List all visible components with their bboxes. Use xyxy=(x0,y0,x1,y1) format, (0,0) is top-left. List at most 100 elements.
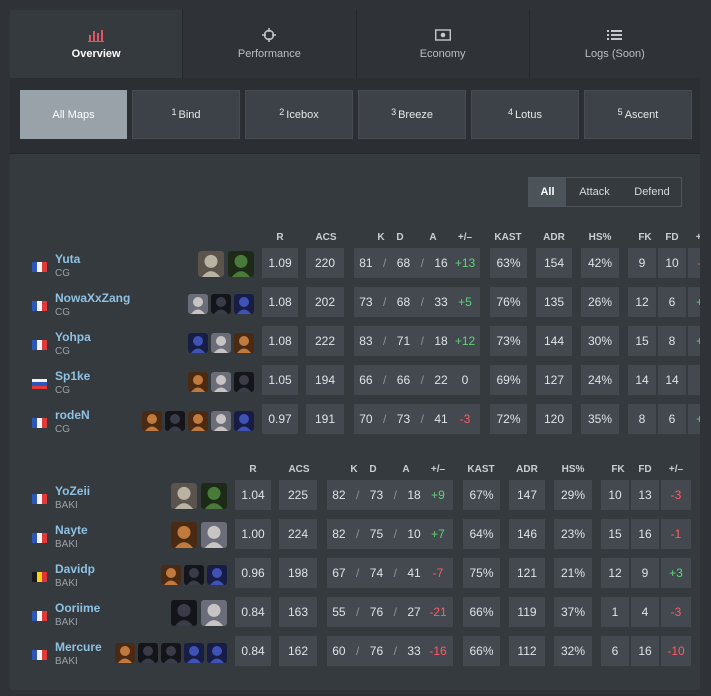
adr-value: 120 xyxy=(543,412,565,426)
map-button-icebox[interactable]: 2 Icebox xyxy=(245,90,353,139)
player-name[interactable]: Sp1ke xyxy=(55,369,90,383)
column-header-adr[interactable]: ADR xyxy=(534,231,574,245)
fk-cell: 9 xyxy=(628,248,656,278)
player-name[interactable]: rodeN xyxy=(55,408,90,422)
player-row: Mercure BAKI 0.84 162 60 / 76 / 33 -16 66% 112 32% 6 1… xyxy=(10,636,700,675)
fk-cell: 12 xyxy=(628,287,656,317)
acs-cell: 162 xyxy=(279,636,317,666)
separator: / xyxy=(393,488,397,502)
column-header-[interactable]: +/– xyxy=(445,231,485,245)
side-filter-all[interactable]: All xyxy=(529,178,566,206)
column-header-kast[interactable]: KAST xyxy=(461,463,501,477)
column-header-hs%[interactable]: HS% xyxy=(553,463,593,477)
fkdiff-value: -3 xyxy=(670,488,682,502)
separator: / xyxy=(383,256,387,270)
column-header-adr[interactable]: ADR xyxy=(507,463,547,477)
flag-icon xyxy=(32,262,47,272)
player-row: YoZeii BAKI 1.04 225 82 / 73 / 18 +9 67% 147 29% 10 13… xyxy=(10,480,700,519)
player-name[interactable]: Davidp xyxy=(55,562,95,576)
r-cell: 0.97 xyxy=(262,404,298,434)
acs-value: 220 xyxy=(314,256,336,270)
fd-cell: 6 xyxy=(658,404,686,434)
player-team: BAKI xyxy=(55,656,78,667)
fkdiff-value: +7 xyxy=(696,334,700,348)
agent-icon-green xyxy=(228,251,254,277)
agent-icon-blue xyxy=(234,294,254,314)
diff-cell: +13 xyxy=(450,248,480,278)
kills-value: 81 xyxy=(359,256,373,270)
diff-cell: +7 xyxy=(423,519,453,549)
money-icon xyxy=(434,28,451,42)
column-header-acs[interactable]: ACS xyxy=(279,463,319,477)
player-name[interactable]: NowaXxZang xyxy=(55,291,130,305)
map-number: 5 xyxy=(617,106,623,117)
hs-cell: 32% xyxy=(554,636,592,666)
fd-cell: 16 xyxy=(631,636,659,666)
diff-value: -7 xyxy=(432,566,444,580)
agent-icon-blue xyxy=(207,643,227,663)
agent-icon-pale xyxy=(211,333,231,353)
column-header-acs[interactable]: ACS xyxy=(306,231,346,245)
adr-value: 127 xyxy=(543,373,565,387)
tab-overview[interactable]: Overview xyxy=(10,10,184,78)
map-button-ascent[interactable]: 5 Ascent xyxy=(584,90,692,139)
tab-logs[interactable]: Logs (Soon) xyxy=(530,10,700,78)
acs-cell: 222 xyxy=(306,326,344,356)
player-name[interactable]: Yuta xyxy=(55,252,80,266)
r-value: 1.00 xyxy=(241,527,265,541)
diff-value: +13 xyxy=(454,256,476,270)
r-cell: 0.96 xyxy=(235,558,271,588)
column-header-[interactable]: +/– xyxy=(418,463,458,477)
player-team: CG xyxy=(55,346,70,357)
diff-value: -3 xyxy=(459,412,471,426)
separator: / xyxy=(420,334,424,348)
column-header-r[interactable]: R xyxy=(260,231,300,245)
tab-performance[interactable]: Performance xyxy=(183,10,357,78)
player-name[interactable]: Yohpa xyxy=(55,330,91,344)
map-button-all-maps[interactable]: All Maps xyxy=(20,90,127,139)
acs-cell: 224 xyxy=(279,519,317,549)
agent-icon-pale xyxy=(211,411,231,431)
agent-icon-pale xyxy=(201,522,227,548)
player-name[interactable]: Mercure xyxy=(55,640,102,654)
hs-cell: 35% xyxy=(581,404,619,434)
separator: / xyxy=(420,295,424,309)
tab-economy[interactable]: Economy xyxy=(357,10,530,78)
column-header-kast[interactable]: KAST xyxy=(488,231,528,245)
assists-value: 41 xyxy=(407,566,421,580)
diff-value: -16 xyxy=(429,644,447,658)
diff-value: +12 xyxy=(454,334,476,348)
map-button-lotus[interactable]: 4 Lotus xyxy=(471,90,579,139)
r-cell: 1.08 xyxy=(262,287,298,317)
crosshair-icon xyxy=(262,28,277,42)
hs-value: 23% xyxy=(560,527,586,541)
map-button-bind[interactable]: 1 Bind xyxy=(132,90,240,139)
hs-value: 35% xyxy=(587,412,613,426)
kast-value: 66% xyxy=(469,644,494,658)
column-header-[interactable]: +/– xyxy=(683,231,700,245)
player-name[interactable]: Nayte xyxy=(55,523,88,537)
fk-cell: 12 xyxy=(601,558,629,588)
kills-value: 67 xyxy=(332,566,346,580)
map-label: Icebox xyxy=(286,108,319,121)
tab-label: Performance xyxy=(237,48,301,60)
column-header-r[interactable]: R xyxy=(233,463,273,477)
fk-cell: 1 xyxy=(601,597,629,627)
side-filter-attack[interactable]: Attack xyxy=(566,178,623,206)
deaths-value: 68 xyxy=(396,256,411,270)
separator: / xyxy=(383,334,387,348)
player-name[interactable]: YoZeii xyxy=(55,484,90,498)
fkdiff-value: +6 xyxy=(696,295,700,309)
map-button-breeze[interactable]: 3 Breeze xyxy=(358,90,466,139)
acs-cell: 220 xyxy=(306,248,344,278)
column-header-[interactable]: +/– xyxy=(656,463,696,477)
side-filter-defend[interactable]: Defend xyxy=(623,178,681,206)
player-name[interactable]: Ooriime xyxy=(55,601,100,615)
agent-icon-dark xyxy=(234,372,254,392)
column-header-hs%[interactable]: HS% xyxy=(580,231,620,245)
fd-value: 8 xyxy=(668,334,676,348)
separator: / xyxy=(420,412,424,426)
hs-cell: 42% xyxy=(581,248,619,278)
hs-value: 30% xyxy=(587,334,613,348)
flag-icon xyxy=(32,340,47,350)
